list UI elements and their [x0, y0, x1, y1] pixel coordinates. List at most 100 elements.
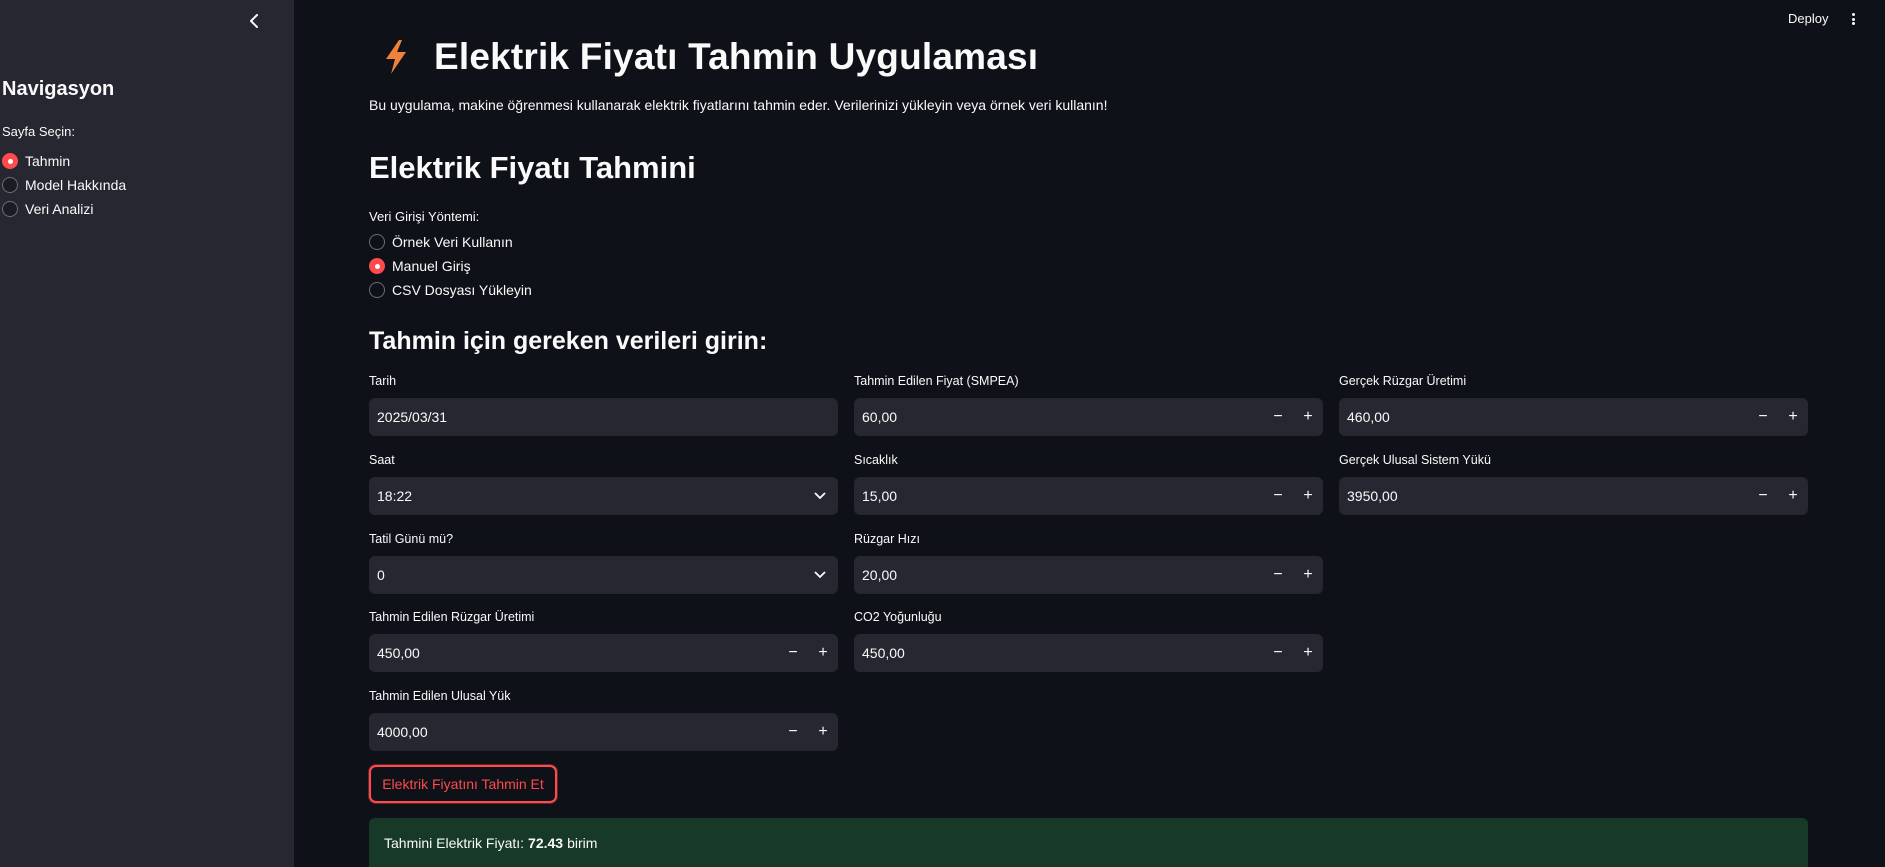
co2-field: CO2 Yoğunluğu 450,00 − + — [854, 610, 1323, 672]
result-value: 72.43 — [528, 834, 564, 851]
decrement-button[interactable]: − — [1748, 477, 1778, 515]
kebab-menu-icon[interactable] — [1846, 10, 1860, 28]
sidebar-item-model-hakkinda[interactable]: Model Hakkında — [2, 173, 126, 197]
date-value: 2025/03/31 — [377, 409, 448, 425]
number-input[interactable]: 60,00 − + — [854, 398, 1323, 436]
sidebar-item-tahmin[interactable]: Tahmin — [2, 149, 126, 173]
result-unit: birim — [567, 834, 598, 851]
number-input[interactable]: 450,00 − + — [369, 634, 838, 672]
radio-checked-icon[interactable] — [2, 153, 18, 169]
method-radio-group: Örnek Veri Kullanın Manuel Giriş CSV Dos… — [369, 230, 532, 302]
page-select-label: Sayfa Seçin: — [2, 124, 75, 139]
chevron-down-icon[interactable] — [802, 556, 838, 594]
decrement-button[interactable]: − — [1263, 477, 1293, 515]
method-option-manuel-giris[interactable]: Manuel Giriş — [369, 254, 532, 278]
saat-field: Saat 18:22 — [369, 453, 838, 515]
inputs-title: Tahmin için gereken verileri girin: — [369, 327, 768, 355]
holiday-select[interactable]: 0 — [369, 556, 838, 594]
result-prefix: Tahmini Elektrik Fiyatı: — [384, 834, 525, 851]
time-select[interactable]: 18:22 — [369, 477, 838, 515]
increment-button[interactable]: + — [1293, 477, 1323, 515]
field-label: CO2 Yoğunluğu — [854, 610, 942, 624]
method-option-csv-yukle[interactable]: CSV Dosyası Yükleyin — [369, 278, 532, 302]
number-value: 460,00 — [1347, 409, 1390, 425]
method-option-label: CSV Dosyası Yükleyin — [392, 282, 532, 298]
tahmin-ruzgar-field: Tahmin Edilen Rüzgar Üretimi 450,00 − + — [369, 610, 838, 672]
sidebar-item-label: Tahmin — [25, 153, 71, 169]
number-input[interactable]: 3950,00 − + — [1339, 477, 1808, 515]
ruzgar-hizi-field: Rüzgar Hızı 20,00 − + — [854, 532, 1323, 594]
radio-checked-icon[interactable] — [369, 258, 385, 274]
number-input[interactable]: 4000,00 − + — [369, 713, 838, 751]
field-label: Tahmin Edilen Fiyat (SMPEA) — [854, 374, 1019, 388]
sidebar-item-label: Model Hakkında — [25, 177, 127, 193]
field-label: Rüzgar Hızı — [854, 532, 920, 546]
field-label: Tahmin Edilen Rüzgar Üretimi — [369, 610, 535, 624]
field-label: Tarih — [369, 374, 397, 388]
number-value: 15,00 — [862, 488, 898, 504]
page-radio-group: Tahmin Model Hakkında Veri Analizi — [2, 149, 126, 221]
intro-text: Bu uygulama, makine öğrenmesi kullanarak… — [369, 97, 1108, 113]
gercek-yuk-field: Gerçek Ulusal Sistem Yükü 3950,00 − + — [1339, 453, 1808, 515]
tarih-field: Tarih 2025/03/31 — [369, 374, 838, 436]
tahmin-yuk-field: Tahmin Edilen Ulusal Yük 4000,00 − + — [369, 689, 838, 751]
number-value: 60,00 — [862, 409, 898, 425]
method-option-ornek-veri[interactable]: Örnek Veri Kullanın — [369, 230, 532, 254]
radio-unchecked-icon[interactable] — [2, 201, 18, 217]
radio-unchecked-icon[interactable] — [2, 177, 18, 193]
increment-button[interactable]: + — [1778, 477, 1808, 515]
increment-button[interactable]: + — [1293, 634, 1323, 672]
number-value: 450,00 — [377, 645, 420, 661]
holiday-value: 0 — [377, 567, 385, 583]
sidebar: Navigasyon Sayfa Seçin: Tahmin Model Hak… — [0, 0, 294, 867]
number-input[interactable]: 20,00 − + — [854, 556, 1323, 594]
number-input[interactable]: 15,00 − + — [854, 477, 1323, 515]
number-value: 450,00 — [862, 645, 905, 661]
tatil-field: Tatil Günü mü? 0 — [369, 532, 838, 594]
number-value: 3950,00 — [1347, 488, 1398, 504]
radio-unchecked-icon[interactable] — [369, 234, 385, 250]
number-value: 4000,00 — [377, 724, 428, 740]
radio-unchecked-icon[interactable] — [369, 282, 385, 298]
number-value: 20,00 — [862, 567, 898, 583]
sicaklik-field: Sıcaklık 15,00 − + — [854, 453, 1323, 515]
decrement-button[interactable]: − — [1748, 398, 1778, 436]
decrement-button[interactable]: − — [1263, 556, 1293, 594]
increment-button[interactable]: + — [808, 634, 838, 672]
decrement-button[interactable]: − — [778, 634, 808, 672]
field-label: Tahmin Edilen Ulusal Yük — [369, 689, 511, 703]
page-title: Elektrik Fiyatı Tahmin Uygulaması — [382, 36, 1038, 78]
time-value: 18:22 — [377, 488, 413, 504]
field-label: Gerçek Rüzgar Üretimi — [1339, 374, 1467, 388]
decrement-button[interactable]: − — [1263, 398, 1293, 436]
increment-button[interactable]: + — [808, 713, 838, 751]
chevron-left-icon — [250, 14, 258, 28]
sidebar-title: Navigasyon — [2, 78, 115, 100]
field-label: Tatil Günü mü? — [369, 532, 454, 546]
field-label: Sıcaklık — [854, 453, 898, 467]
smpea-field: Tahmin Edilen Fiyat (SMPEA) 60,00 − + — [854, 374, 1323, 436]
gercek-ruzgar-field: Gerçek Rüzgar Üretimi 460,00 − + — [1339, 374, 1808, 436]
number-input[interactable]: 450,00 − + — [854, 634, 1323, 672]
number-input[interactable]: 460,00 − + — [1339, 398, 1808, 436]
date-input[interactable]: 2025/03/31 — [369, 398, 838, 436]
sidebar-item-veri-analizi[interactable]: Veri Analizi — [2, 197, 126, 221]
section-title: Elektrik Fiyatı Tahmini — [369, 150, 696, 185]
collapse-sidebar-button[interactable] — [245, 10, 263, 32]
sidebar-item-label: Veri Analizi — [25, 201, 94, 217]
method-label: Veri Girişi Yöntemi: — [369, 209, 480, 224]
lightning-bolt-icon — [386, 40, 406, 74]
method-option-label: Manuel Giriş — [392, 258, 471, 274]
field-label: Saat — [369, 453, 395, 467]
method-option-label: Örnek Veri Kullanın — [392, 234, 513, 250]
increment-button[interactable]: + — [1293, 556, 1323, 594]
increment-button[interactable]: + — [1293, 398, 1323, 436]
predict-button[interactable]: Elektrik Fiyatını Tahmin Et — [369, 765, 557, 803]
decrement-button[interactable]: − — [778, 713, 808, 751]
app-title-text: Elektrik Fiyatı Tahmin Uygulaması — [434, 36, 1039, 77]
increment-button[interactable]: + — [1778, 398, 1808, 436]
field-label: Gerçek Ulusal Sistem Yükü — [1339, 453, 1491, 467]
deploy-button[interactable]: Deploy — [1788, 11, 1828, 26]
chevron-down-icon[interactable] — [802, 477, 838, 515]
decrement-button[interactable]: − — [1263, 634, 1293, 672]
